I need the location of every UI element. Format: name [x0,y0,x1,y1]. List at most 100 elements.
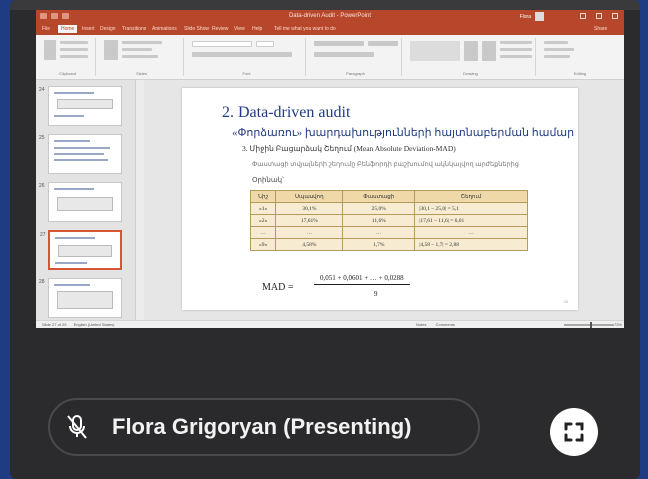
share-button[interactable]: Share [594,26,607,32]
column-header: Նիշ [249,190,277,203]
table-row: … … … … [249,226,528,239]
table-row: «2» 17,61% 11,6% |17,61 – 11,6| = 6,01 [249,214,528,227]
slide-heading: 3. Միջին Բացարձակ Շեղում (Mean Absolute … [242,144,456,153]
video-call-frame: Data-driven Audit - PowerPoint Flora Fil… [10,0,640,479]
table-cell: … [275,226,344,239]
group-paragraph: Paragraph [310,38,402,76]
find-button[interactable] [544,41,568,44]
slide-canvas[interactable]: 2. Data-driven audit «Փորձառու» խարդախու… [182,88,578,310]
comments-label[interactable]: Comments [436,322,455,327]
quick-styles-icon[interactable] [482,41,496,61]
tab-animations[interactable]: Animations [152,26,177,32]
slide-thumbnail[interactable]: 25 [39,134,122,174]
group-label: Font [242,71,251,76]
maximize-icon[interactable] [596,13,602,19]
layout-button[interactable] [122,41,162,44]
shape-outline-button[interactable] [500,48,532,51]
group-label: Paragraph [346,71,365,76]
slide-thumbnail-selected[interactable]: 27 [40,230,122,270]
user-account[interactable]: Flora [520,12,544,21]
slide-subtitle: «Փորձառու» խարդախությունների հայտնաբերմա… [232,127,575,139]
list-buttons[interactable] [314,41,364,46]
reset-button[interactable] [122,48,152,51]
presenter-name: Flora Grigoryan (Presenting) [112,414,412,439]
slide-thumbnail[interactable]: 28 [39,278,122,318]
table-cell: |4,58 – 1,7| = 2,88 [414,238,528,251]
tell-me-search[interactable]: Tell me what you want to do [274,26,336,32]
zoom-handle[interactable] [590,322,592,328]
zoom-level[interactable]: 73% [614,322,622,327]
tab-review[interactable]: Review [212,26,228,32]
thumb-table [57,197,113,211]
select-button[interactable] [544,55,570,58]
thumb-table [57,291,113,309]
tab-help[interactable]: Help [252,26,262,32]
table-cell: «2» [249,214,277,227]
ppt-title-bar: Data-driven Audit - PowerPoint Flora [36,10,624,24]
thumb-line [54,284,90,286]
presenter-label: Flora Grigoryan (Presenting) [48,398,480,456]
thumb-line [54,147,110,149]
thumbnail-number: 25 [39,135,45,141]
arrange-icon[interactable] [464,41,478,61]
table-cell: |30,1 – 25,0| = 5,1 [414,202,528,215]
text-direction-button[interactable] [368,41,398,46]
thumb-table [58,245,112,257]
format-painter-button[interactable] [60,55,88,58]
copy-button[interactable] [60,48,88,51]
shape-fill-button[interactable] [500,41,532,44]
font-formatting-buttons[interactable] [192,52,292,57]
thumb-line [55,262,87,264]
alignment-buttons[interactable] [314,52,374,57]
avatar[interactable] [535,12,544,21]
tab-transitions[interactable]: Transitions [122,26,146,32]
cut-button[interactable] [60,41,88,44]
tab-view[interactable]: View [234,26,245,32]
column-header: Փաստացի [342,190,416,203]
thumbnail-number: 27 [40,232,46,238]
close-icon[interactable] [612,13,618,19]
tab-home[interactable]: Home [58,25,78,33]
section-button[interactable] [122,55,158,58]
fullscreen-button[interactable] [550,408,598,456]
replace-button[interactable] [544,48,574,51]
zoom-slider[interactable] [564,322,614,328]
font-name-select[interactable] [192,41,252,47]
shapes-gallery[interactable] [410,41,460,61]
slide-thumbnails-pane: 24 25 26 27 28 [36,80,136,320]
thumbnail-number: 26 [39,183,45,189]
slide-thumbnail[interactable]: 26 [39,182,122,222]
thumbnail-number: 28 [39,279,45,285]
thumb-line [54,115,84,117]
font-size-select[interactable] [256,41,274,47]
thumb-line [54,188,94,190]
thumb-line [54,140,90,142]
minimize-icon[interactable] [580,13,586,19]
notes-button[interactable]: Notes Comments [416,322,455,327]
tab-slide-show[interactable]: Slide Show [184,26,209,32]
paste-icon[interactable] [44,40,56,60]
table-cell: |17,61 – 11,6| = 6,01 [414,214,528,227]
mic-muted-icon[interactable] [62,412,92,442]
thumb-line [54,92,94,94]
table-row: «1» 30,1% 25,0% |30,1 – 25,0| = 5,1 [249,202,528,215]
group-editing: Editing [540,38,620,76]
table-cell: 17,61% [275,214,344,227]
new-slide-icon[interactable] [104,40,118,60]
tab-file[interactable]: File [42,26,50,32]
table-header-row: Նիշ Սպասվող Փաստացի Շեղում [249,190,528,203]
notes-label: Notes [416,322,427,327]
table-cell: … [414,226,528,239]
tab-insert[interactable]: Insert [82,26,95,32]
formula-lhs: MAD = [262,282,294,293]
group-font: Font [188,38,306,76]
tab-design[interactable]: Design [100,26,116,32]
language-text: English (United States) [73,322,115,327]
thumbnail-scrollbar[interactable] [136,80,144,320]
slide-title: 2. Data-driven audit [222,104,351,121]
top-edge [10,0,640,10]
table-cell: «1» [249,202,277,215]
ribbon: Clipboard Slides Font Paragraph Drawing … [36,35,624,80]
slide-thumbnail[interactable]: 24 [39,86,122,126]
shape-effects-button[interactable] [500,55,532,58]
